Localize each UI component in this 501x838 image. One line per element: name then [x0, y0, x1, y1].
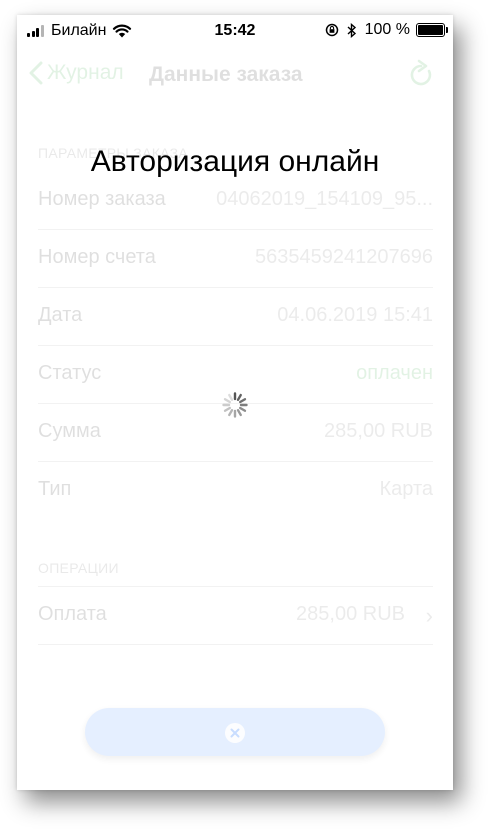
close-circle-icon[interactable]: [224, 722, 246, 744]
row-label: Номер заказа: [38, 188, 166, 210]
chevron-left-icon: [29, 61, 43, 85]
row-label: Тип: [38, 478, 72, 500]
row-value: Карта: [379, 478, 433, 500]
row-value: 285,00 RUB: [296, 603, 405, 625]
order-row: Тип Карта: [38, 462, 433, 519]
operation-row[interactable]: Оплата 285,00 RUB ›: [38, 586, 433, 645]
row-label: Дата: [38, 304, 83, 326]
chevron-right-icon: ›: [425, 603, 433, 628]
row-label: Сумма: [38, 420, 101, 442]
row-value: 5635459241207696: [255, 246, 433, 268]
authorization-title: Авторизация онлайн: [90, 145, 380, 178]
order-row: Дата 04.06.2019 15:41: [38, 288, 433, 346]
row-label: Оплата: [38, 603, 107, 625]
order-row: Номер счета 5635459241207696: [38, 230, 433, 288]
row-value: 04.06.2019 15:41: [277, 304, 433, 326]
nav-bar: Журнал Данные заказа: [17, 53, 453, 97]
row-label: Статус: [38, 362, 102, 384]
status-value: оплачен: [356, 362, 433, 384]
section-header-operations: ОПЕРАЦИИ: [38, 560, 119, 576]
refresh-icon[interactable]: [407, 59, 435, 89]
loading-spinner-icon: [222, 392, 248, 418]
page-title: Данные заказа: [149, 63, 303, 86]
row-value: 285,00 RUB: [324, 420, 433, 442]
row-label: Номер счета: [38, 246, 156, 268]
order-row: Номер заказа 04062019_154109_95...: [38, 172, 433, 230]
phone-screen: Билайн 15:42 100 % Журнал Данные заказа …: [17, 15, 453, 790]
back-button[interactable]: Журнал: [29, 61, 124, 85]
row-value: 04062019_154109_95...: [216, 188, 433, 210]
back-label: Журнал: [47, 61, 124, 84]
